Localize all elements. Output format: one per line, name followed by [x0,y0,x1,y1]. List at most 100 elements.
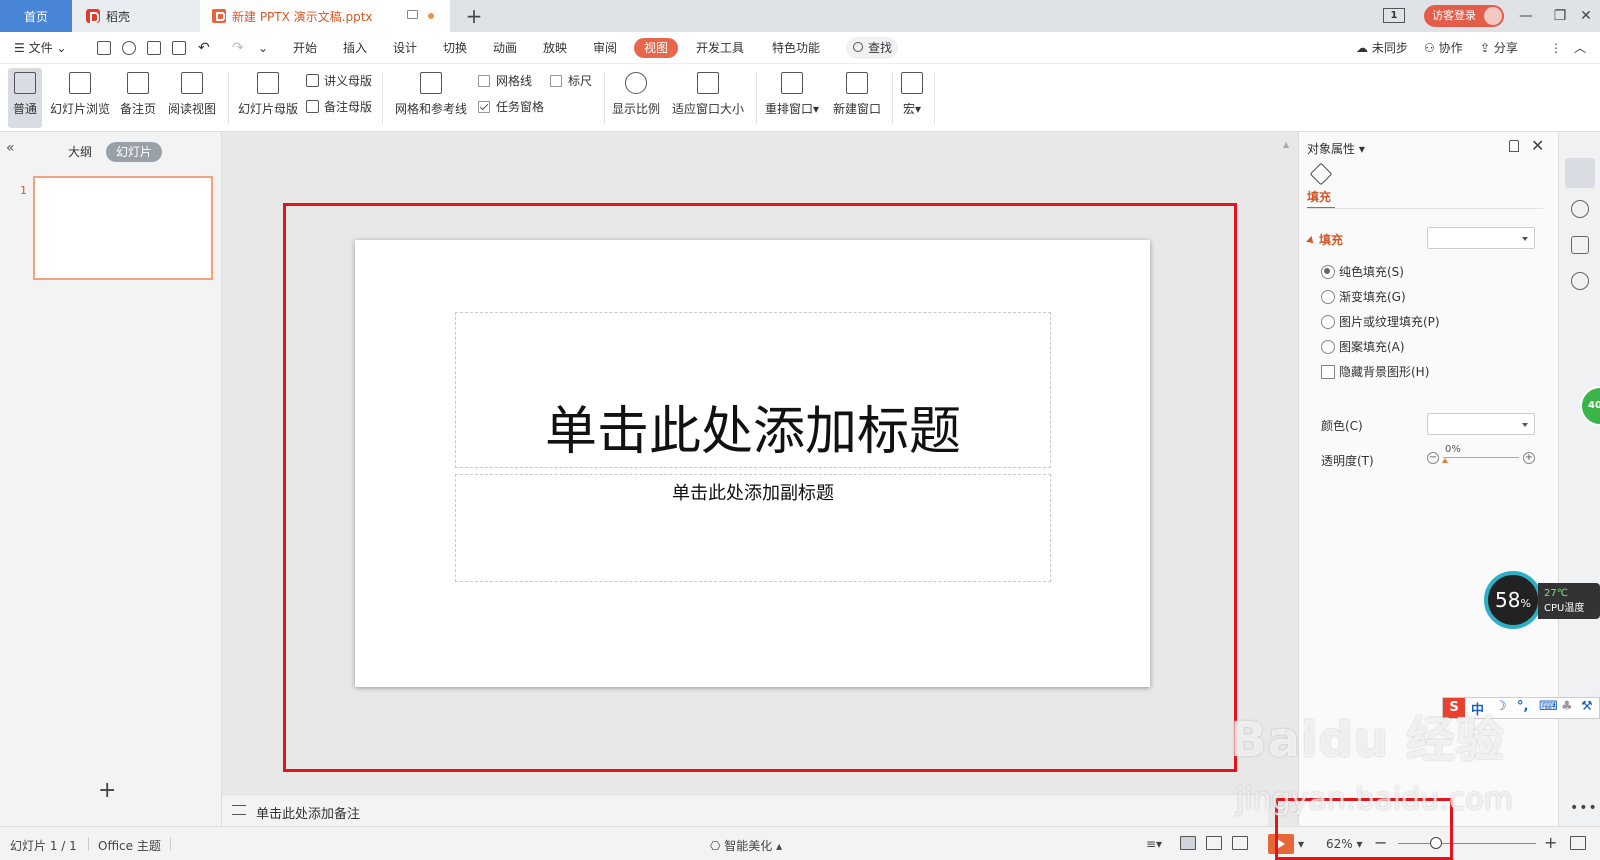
close-icon[interactable]: ✕ [1531,136,1544,155]
normal-view-status-icon[interactable] [1180,836,1196,850]
transparency-thumb[interactable] [1442,458,1448,463]
quick-access-dropdown-icon[interactable]: ⌄ [258,38,268,58]
moon-icon[interactable]: ☽ [1495,699,1507,714]
scroll-down-icon[interactable]: ▼ [1283,728,1289,737]
minimize-button[interactable]: — [1512,4,1540,28]
tab-document[interactable]: 新建 PPTX 演示文稿.pptx [200,0,450,32]
collapse-ribbon-icon[interactable]: ︿ [1574,38,1586,58]
transparency-slider[interactable]: − 0% + [1427,444,1535,466]
grid-guides-button[interactable]: 网格和参考线 [390,68,472,128]
ruler-checkbox[interactable]: 标尺 [550,72,592,90]
sync-button[interactable]: ☁ 未同步 [1356,38,1408,58]
print-icon[interactable] [147,41,161,55]
properties-toggle-icon[interactable] [1565,158,1595,188]
close-window-button[interactable]: ✕ [1572,4,1600,28]
more-icon[interactable]: ••• [1570,800,1598,816]
menu-special[interactable]: 特色功能 [772,38,820,58]
new-window-button[interactable]: 新建窗口 [830,68,884,128]
hide-background-checkbox[interactable]: 隐藏背景图形(H) [1321,364,1429,380]
redo-icon[interactable]: ↷ [232,38,244,58]
collab-button[interactable]: ⚇ 协作 [1424,38,1463,58]
guest-login-button[interactable]: 访客登录 [1424,5,1504,27]
decrease-transparency-button[interactable]: − [1427,452,1439,464]
maximize-button[interactable]: ❐ [1546,4,1574,28]
help-icon[interactable] [1571,272,1589,290]
normal-view-button[interactable]: 普通 [8,68,42,128]
arrange-windows-button[interactable]: 重排窗口▾ [762,68,822,128]
wrench-icon[interactable]: ⚒ [1581,699,1593,714]
notes-master-button[interactable]: 备注母版 [306,98,372,116]
zoom-in-button[interactable]: + [1544,833,1557,852]
ime-chinese-mode[interactable]: 中 [1471,699,1484,718]
pattern-fill-radio[interactable]: 图案填充(A) [1321,339,1405,355]
file-menu[interactable]: ☰ 文件 ⌄ [14,38,66,58]
handout-master-button[interactable]: 讲义母版 [306,72,372,90]
ime-logo-icon[interactable]: S [1443,698,1465,718]
tab-outline[interactable]: 大纲 [58,142,102,162]
undo-icon[interactable]: ↶ [198,38,210,58]
zoom-button[interactable]: 显示比例 [610,68,662,128]
more-options-icon[interactable]: ⋮ [1550,38,1562,58]
menu-design[interactable]: 设计 [393,38,417,58]
normal-view-label: 普通 [12,102,37,116]
theme-name[interactable]: Office 主题 [98,837,161,854]
slide-sorter-button[interactable]: 幻灯片浏览 [46,68,114,128]
picture-fill-radio[interactable]: 图片或纹理填充(P) [1321,314,1440,330]
increase-transparency-button[interactable]: + [1523,452,1535,464]
notes-bar[interactable]: 单击此处添加备注 [222,794,1268,826]
menu-developer[interactable]: 开发工具 [696,38,744,58]
macro-button[interactable]: 宏▾ [898,68,926,128]
slide-thumbnail[interactable] [33,176,213,280]
menu-insert[interactable]: 插入 [343,38,367,58]
notes-toggle-icon[interactable]: ≡▾ [1146,837,1162,851]
reading-view-status-icon[interactable] [1232,836,1248,850]
monitor-icon[interactable] [407,10,418,19]
vertical-scrollbar[interactable]: ▲ ▼ [1282,140,1292,740]
menu-transition[interactable]: 切换 [443,38,467,58]
tab-daoke[interactable]: 稻壳 [72,0,200,32]
menu-review[interactable]: 审阅 [593,38,617,58]
add-slide-button[interactable]: + [98,778,116,803]
user-icon[interactable]: ♣ [1561,699,1573,714]
backup-icon[interactable] [1571,236,1589,254]
tab-slides[interactable]: 幻灯片 [106,142,163,162]
menu-view[interactable]: 视图 [634,38,679,58]
fill-dropdown[interactable] [1427,227,1535,249]
fill-section-title[interactable]: 填充 [1307,231,1343,248]
collapse-panel-icon[interactable]: « [6,140,15,156]
transparency-track[interactable] [1443,457,1519,458]
share-button[interactable]: ⇪ 分享 [1480,38,1518,58]
window-count-badge[interactable]: 1 [1383,8,1405,23]
menu-start[interactable]: 开始 [293,38,317,58]
punctuation-icon[interactable]: °, [1517,699,1528,714]
save-icon[interactable] [97,41,111,55]
format-painter-icon[interactable] [122,41,136,55]
scroll-up-icon[interactable]: ▲ [1283,140,1289,149]
menu-slideshow[interactable]: 放映 [543,38,567,58]
cpu-monitor-widget[interactable]: 58% 27℃ CPU温度 [1484,571,1600,631]
color-dropdown[interactable] [1427,413,1535,435]
tab-home[interactable]: 首页 [0,0,72,32]
fill-tab[interactable]: 填充 [1307,188,1335,209]
fill-bucket-icon[interactable] [1309,162,1333,186]
menu-animation[interactable]: 动画 [493,38,517,58]
print-preview-icon[interactable] [172,41,186,55]
slide-master-button[interactable]: 幻灯片母版 [234,68,302,128]
search-button[interactable]: 查找 [846,37,898,59]
pin-icon[interactable] [1509,140,1519,152]
solid-fill-radio[interactable]: 纯色填充(S) [1321,264,1404,280]
fit-slide-icon[interactable] [1570,836,1586,850]
task-pane-checkbox[interactable]: 任务窗格 [478,98,544,116]
star-icon[interactable] [1571,200,1589,218]
keyboard-icon[interactable]: ⌨ [1539,699,1558,714]
sorter-view-status-icon[interactable] [1206,836,1222,850]
smart-beautify-button[interactable]: ⎔ 智能美化 ▴ [710,837,782,854]
reading-view-button[interactable]: 阅读视图 [164,68,220,128]
new-tab-button[interactable]: + [462,0,486,32]
notes-page-button[interactable]: 备注页 [118,68,158,128]
fit-window-button[interactable]: 适应窗口大小 [668,68,748,128]
properties-title[interactable]: 对象属性 ▾ [1307,140,1365,157]
gridlines-checkbox[interactable]: 网格线 [478,72,532,90]
gradient-fill-radio[interactable]: 渐变填充(G) [1321,289,1406,305]
ime-toolbar[interactable]: S 中 ☽ °, ⌨ ♣ ⚒ [1442,697,1600,719]
